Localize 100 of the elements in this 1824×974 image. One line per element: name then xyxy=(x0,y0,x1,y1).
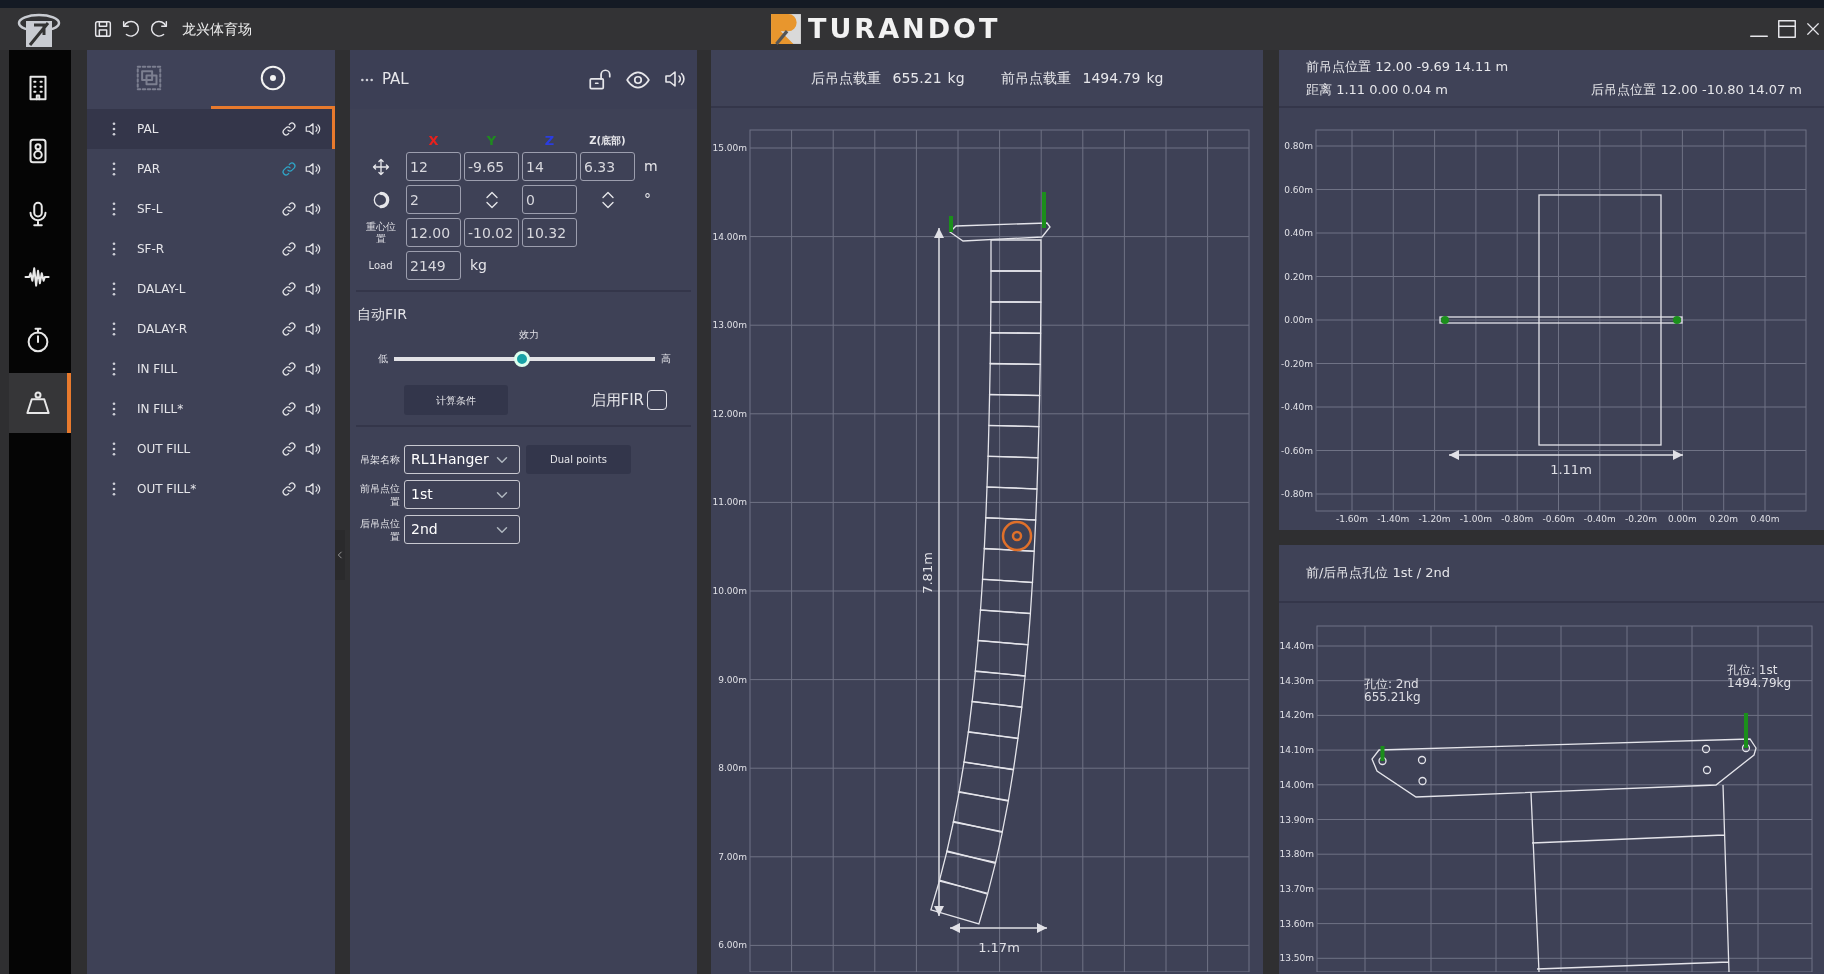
axis-label: -0.20m xyxy=(1625,514,1658,524)
panel-title: 前/后吊点孔位 1st / 2nd xyxy=(1306,564,1451,583)
link-icon[interactable] xyxy=(280,440,298,458)
axis-label: 13.70m xyxy=(1279,883,1314,894)
input-field[interactable]: 14 xyxy=(522,152,577,181)
unit-label: kg xyxy=(469,256,488,275)
maximize-icon[interactable] xyxy=(1776,18,1798,40)
center-of-gravity-marker xyxy=(1001,520,1033,552)
axis-label: 14.30m xyxy=(1279,675,1314,686)
axis-label: -1.60m xyxy=(1335,514,1369,524)
input-field[interactable]: 12.00 xyxy=(406,218,461,247)
array-name: PAR xyxy=(137,161,161,178)
axis-label: Y xyxy=(485,134,498,148)
input-field[interactable]: -9.65 xyxy=(464,152,519,181)
hole-label: 孔位: 2nd xyxy=(1364,677,1419,691)
speaker-volume-icon[interactable] xyxy=(304,480,322,498)
move-icon xyxy=(370,156,391,177)
dropdown[interactable]: RL1Hanger xyxy=(404,445,520,474)
close-icon[interactable] xyxy=(1804,20,1822,38)
project-title: 龙兴体育场 xyxy=(182,19,252,39)
input-field[interactable]: 0 xyxy=(522,185,577,214)
unlock-icon[interactable] xyxy=(587,66,613,93)
unit-label: m xyxy=(643,157,659,176)
speaker-volume-icon[interactable] xyxy=(304,360,322,378)
rigging-point-marker xyxy=(1441,316,1449,324)
axis-label: 11.00m xyxy=(712,497,747,508)
axis-label: -0.80m xyxy=(1501,514,1534,524)
link-icon[interactable] xyxy=(280,280,298,298)
array-name: IN FILL* xyxy=(137,401,185,418)
array-name: SF-R xyxy=(137,241,166,258)
axis-label: 0.20m xyxy=(1709,514,1739,524)
axis-label: 0.00m xyxy=(1284,315,1313,325)
redo-icon[interactable] xyxy=(148,18,170,40)
array-title: PAL xyxy=(382,69,410,91)
input-field[interactable]: -10.02 xyxy=(464,218,519,247)
dual-points-button[interactable]: Dual points xyxy=(526,445,631,474)
slider-thumb[interactable] xyxy=(513,351,530,367)
speaker-volume-icon[interactable] xyxy=(304,200,322,218)
array-list-item[interactable]: PAR xyxy=(87,149,335,189)
layers-icon xyxy=(134,63,164,93)
array-list-item[interactable]: OUT FILL xyxy=(87,429,335,469)
axis-label: 14.20m xyxy=(1279,710,1314,721)
array-list-item[interactable]: DALAY-R xyxy=(87,309,335,349)
speaker-volume-icon[interactable] xyxy=(304,120,322,138)
checkbox-label: 启用FIR xyxy=(590,389,644,411)
array-list-item[interactable]: IN FILL xyxy=(87,349,335,389)
array-list-item[interactable]: PAL xyxy=(87,109,335,149)
input-field[interactable]: 2149 xyxy=(406,251,461,280)
axis-label: 10.00m xyxy=(712,586,747,596)
axis-label: 13.80m xyxy=(1279,849,1314,860)
undo-icon[interactable] xyxy=(120,18,142,40)
link-icon[interactable] xyxy=(280,120,298,138)
link-icon[interactable] xyxy=(280,480,298,498)
rigging-point-marker xyxy=(1673,316,1681,324)
speaker-volume-icon[interactable] xyxy=(304,240,322,258)
input-field[interactable]: 12 xyxy=(406,152,461,181)
array-list-item[interactable]: DALAY-L xyxy=(87,269,335,309)
rigging-point-marker xyxy=(1744,713,1748,748)
save-icon[interactable] xyxy=(92,18,114,40)
axis-label: -1.40m xyxy=(1377,514,1410,524)
speaker-volume-icon[interactable] xyxy=(304,440,322,458)
axis-label: 9.00m xyxy=(718,674,747,685)
link-icon[interactable] xyxy=(280,240,298,258)
axis-label: -1.00m xyxy=(1459,514,1492,524)
checkbox[interactable] xyxy=(647,390,667,410)
field-label: 前吊点位置 xyxy=(359,481,400,508)
sidebar-button[interactable] xyxy=(9,373,71,433)
load-label: 后吊点载重 xyxy=(810,68,881,88)
array-name: DALAY-L xyxy=(137,281,187,298)
axis-label: 14.00m xyxy=(712,231,747,242)
axis-label: 0.40m xyxy=(1284,228,1313,238)
axis-label: -0.40m xyxy=(1583,514,1616,524)
array-list-item[interactable]: OUT FILL* xyxy=(87,469,335,509)
axis-label: 7.00m xyxy=(718,851,747,862)
array-list-item[interactable]: SF-L xyxy=(87,189,335,229)
speaker-volume-icon[interactable] xyxy=(304,160,322,178)
link-icon[interactable] xyxy=(280,200,298,218)
input-field[interactable]: 10.32 xyxy=(522,218,577,247)
axis-label: 6.00m xyxy=(718,940,747,951)
speaker-volume-icon[interactable] xyxy=(304,400,322,418)
load-value: 655.21 xyxy=(892,68,942,88)
array-name: DALAY-R xyxy=(137,321,189,338)
input-field[interactable]: 2 xyxy=(406,185,461,214)
dropdown[interactable]: 1st xyxy=(404,480,520,509)
array-list-item[interactable]: SF-R xyxy=(87,229,335,269)
array-list-item[interactable]: IN FILL* xyxy=(87,389,335,429)
speaker-volume-icon[interactable] xyxy=(304,320,322,338)
position-text: 前吊点位置 12.00 -9.69 14.11 m xyxy=(1306,58,1510,76)
link-icon[interactable] xyxy=(280,400,298,418)
axis-label: 15.00m xyxy=(712,143,747,153)
link-icon[interactable] xyxy=(280,360,298,378)
calculate-button[interactable]: 计算条件 xyxy=(404,385,508,415)
load-label: 655.21kg xyxy=(1364,690,1421,704)
slider-min-label: 低 xyxy=(378,353,388,365)
dropdown[interactable]: 2nd xyxy=(404,515,520,544)
field-label: 吊架名称 xyxy=(359,453,400,466)
link-icon[interactable] xyxy=(280,320,298,338)
speaker-volume-icon[interactable] xyxy=(304,280,322,298)
field-label: 后吊点位置 xyxy=(359,516,400,543)
input-field[interactable]: 6.33 xyxy=(580,152,635,181)
